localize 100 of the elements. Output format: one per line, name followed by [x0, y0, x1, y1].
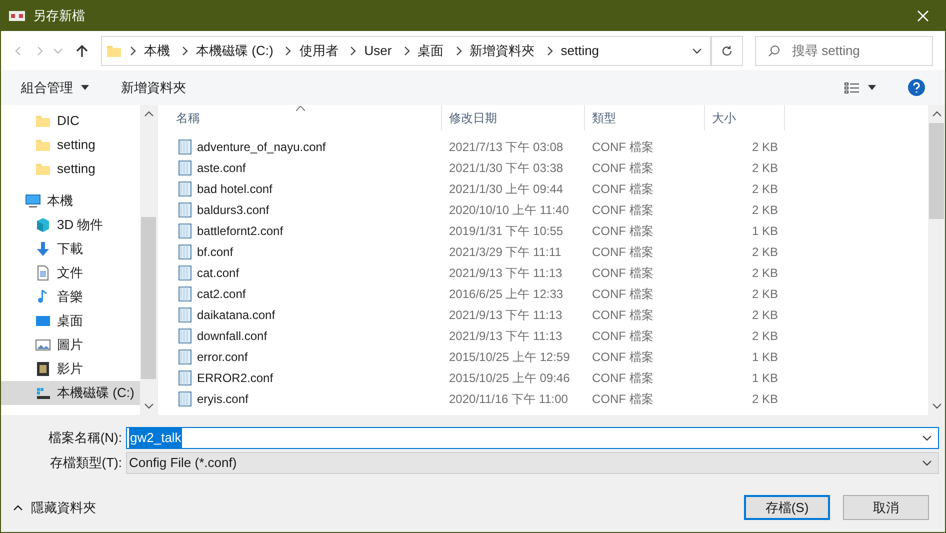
- refresh-button[interactable]: [711, 36, 743, 66]
- cancel-button[interactable]: 取消: [843, 495, 929, 520]
- caret-icon[interactable]: [868, 85, 876, 90]
- file-name[interactable]: eryis.conf: [197, 390, 248, 408]
- type-cell: CONF 檔案: [592, 370, 654, 384]
- download-arrow-icon: [35, 241, 51, 257]
- app-icon: [9, 10, 25, 22]
- sidebar-item[interactable]: 文件: [1, 261, 140, 285]
- size-cell-text: 2 KB: [752, 244, 778, 260]
- up-arrow-icon[interactable]: [75, 44, 89, 58]
- breadcrumb[interactable]: 本機: [144, 40, 170, 60]
- file-icon: [178, 244, 192, 260]
- file-name[interactable]: cat.conf: [197, 264, 240, 282]
- breadcrumb[interactable]: 使用者: [299, 40, 338, 60]
- sidebar-item[interactable]: DIC: [1, 109, 140, 133]
- sidebar-item[interactable]: 桌面: [1, 309, 140, 333]
- desktop-icon: [35, 313, 51, 329]
- column-header[interactable]: 名稱: [169, 105, 442, 130]
- address-bar[interactable]: 本機 本機磁碟 (C:) 使用者 User 桌面 新增資料夾 setting: [101, 36, 711, 66]
- search-icon: [768, 44, 780, 56]
- breadcrumb[interactable]: 本機磁碟 (C:): [196, 40, 274, 60]
- sidebar-item[interactable]: 本機: [1, 189, 140, 213]
- separator-icon: [402, 46, 412, 56]
- separator-icon: [283, 46, 294, 56]
- help-icon[interactable]: [908, 79, 925, 96]
- scroll-up-icon: [144, 109, 154, 119]
- file-icon: [178, 160, 192, 176]
- size-cell-text: 2 KB: [752, 202, 778, 218]
- sidebar-item[interactable]: 圖片: [1, 333, 140, 357]
- separator-icon: [544, 46, 555, 56]
- date-cell: 2016/6/25 上午 12:33: [449, 286, 564, 300]
- scrollbar[interactable]: [140, 105, 157, 415]
- file-name[interactable]: battlefornt2.conf: [197, 222, 284, 240]
- file-name[interactable]: downfall.conf: [197, 326, 268, 344]
- size-cell-text: 2 KB: [752, 286, 778, 302]
- sidebar-item[interactable]: 本機磁碟 (C:): [1, 381, 140, 405]
- date-cell: 2020/10/10 上午 11:40: [449, 202, 569, 216]
- breadcrumb[interactable]: 桌面: [418, 40, 444, 60]
- type-cell: CONF 檔案: [592, 392, 654, 406]
- scroll-thumb[interactable]: [929, 123, 944, 219]
- file-icon: [178, 306, 192, 322]
- date-cell: 2021/1/30 上午 09:44: [449, 182, 564, 196]
- date-cell: 2021/7/13 下午 03:08: [449, 140, 564, 154]
- column-header[interactable]: 大小: [705, 105, 785, 130]
- type-cell: CONF 檔案: [592, 266, 654, 280]
- date-cell: 2021/9/13 下午 11:13: [449, 308, 562, 322]
- breadcrumb[interactable]: 新增資料夾: [470, 40, 535, 60]
- date-cell: 2021/9/13 下午 11:13: [449, 266, 562, 280]
- hide-folders-toggle[interactable]: 隱藏資料夾: [13, 498, 96, 518]
- separator-icon: [454, 46, 464, 56]
- sidebar-item[interactable]: 影片: [1, 357, 140, 381]
- breadcrumb[interactable]: setting: [560, 40, 600, 60]
- file-icon: [178, 286, 192, 302]
- search-field[interactable]: 搜尋 setting: [755, 36, 933, 66]
- breadcrumb[interactable]: User: [364, 40, 392, 60]
- file-name[interactable]: error.conf: [197, 348, 248, 366]
- forward-icon: [35, 46, 45, 56]
- scroll-thumb[interactable]: [141, 217, 156, 379]
- save-button[interactable]: 存檔(S): [744, 495, 830, 520]
- file-name[interactable]: baldurs3.conf: [197, 200, 270, 218]
- file-name[interactable]: ERROR2.conf: [197, 368, 274, 386]
- type-cell: CONF 檔案: [592, 286, 654, 300]
- scroll-up-icon: [932, 109, 942, 119]
- sidebar-item[interactable]: 下載: [1, 237, 140, 261]
- view-list-icon[interactable]: [844, 82, 860, 94]
- file-name[interactable]: bad hotel.conf: [197, 180, 272, 198]
- film-icon: [35, 361, 51, 377]
- column-header[interactable]: 類型: [585, 105, 705, 130]
- file-name[interactable]: aste.conf: [197, 158, 246, 176]
- file-icon: [178, 264, 192, 280]
- date-cell: 2019/1/31 下午 10:55: [449, 224, 564, 238]
- file-type-select[interactable]: Config File (*.conf): [126, 452, 939, 474]
- separator-icon: [128, 46, 138, 56]
- dropdown-icon: [692, 46, 702, 56]
- scrollbar[interactable]: [928, 105, 945, 415]
- sidebar-item[interactable]: setting: [1, 157, 140, 181]
- size-cell-text: 2 KB: [752, 180, 778, 198]
- scroll-down-icon: [144, 401, 154, 411]
- file-icon: [178, 328, 192, 344]
- file-name[interactable]: cat2.conf: [197, 284, 246, 302]
- dropdown-icon: [922, 433, 932, 443]
- type-cell: CONF 檔案: [592, 160, 654, 174]
- file-name[interactable]: daikatana.conf: [197, 306, 276, 324]
- sidebar-item[interactable]: 音樂: [1, 285, 140, 309]
- organize-menu[interactable]: 組合管理: [21, 78, 89, 98]
- new-folder-button[interactable]: 新增資料夾: [121, 78, 186, 98]
- column-header[interactable]: 修改日期: [442, 105, 585, 130]
- filename-field[interactable]: gw2_talk: [126, 427, 939, 449]
- field-label: 檔案名稱(N):: [47, 429, 123, 448]
- sidebar-item[interactable]: 3D 物件: [1, 213, 140, 237]
- file-name[interactable]: adventure_of_nayu.conf: [197, 138, 326, 156]
- date-cell: 2021/9/13 下午 11:13: [449, 328, 562, 342]
- file-icon: [178, 138, 192, 154]
- scroll-down-icon: [932, 401, 942, 411]
- sidebar-item[interactable]: setting: [1, 133, 140, 157]
- file-name[interactable]: bf.conf: [197, 242, 234, 260]
- document-icon: [35, 265, 51, 281]
- size-cell-text: 2 KB: [752, 390, 778, 408]
- close-icon[interactable]: [917, 10, 929, 22]
- field-label: 存檔類型(T):: [48, 454, 123, 472]
